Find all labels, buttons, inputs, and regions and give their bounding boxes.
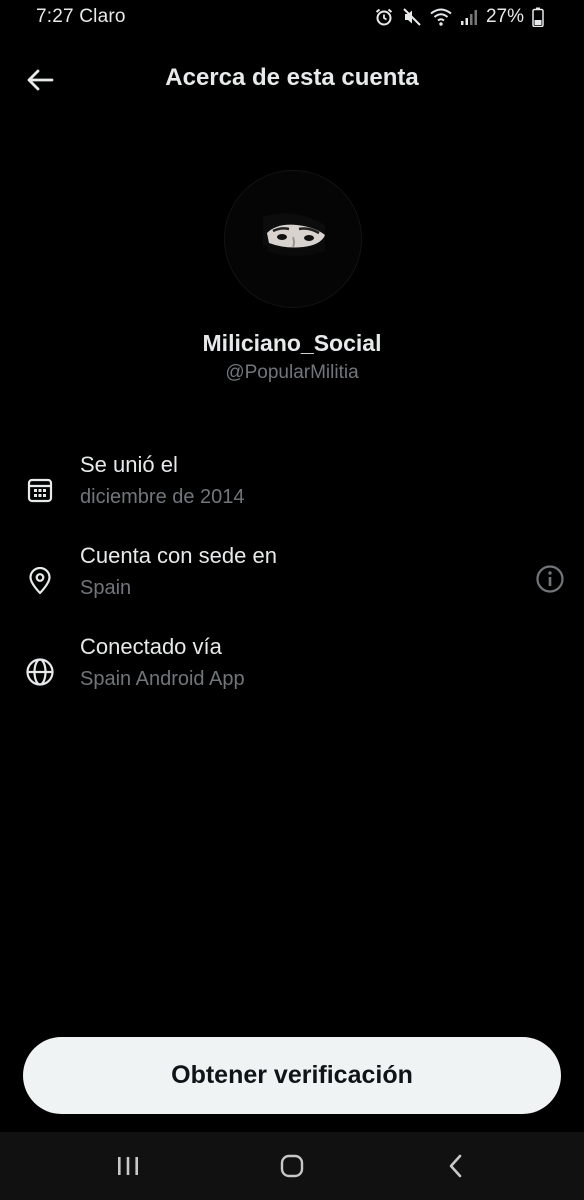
battery-icon — [532, 7, 544, 27]
alarm-icon — [374, 7, 394, 27]
signal-icon — [460, 8, 478, 26]
detail-label: Cuenta con sede en — [80, 543, 277, 568]
detail-row-connected: Conectado vía Spain Android App — [0, 632, 584, 702]
recent-apps-button[interactable] — [108, 1150, 148, 1182]
calendar-icon — [24, 474, 56, 506]
status-time-carrier: 7:27 Claro — [36, 6, 126, 27]
detail-label: Conectado vía — [80, 634, 222, 659]
system-nav-bar — [0, 1132, 584, 1200]
detail-row-location: Cuenta con sede en Spain — [0, 541, 584, 611]
info-icon — [536, 565, 564, 593]
info-button[interactable] — [534, 563, 566, 595]
recent-apps-icon — [118, 1157, 138, 1175]
detail-value: Spain Android App — [80, 668, 245, 690]
detail-value: diciembre de 2014 — [80, 486, 245, 508]
page-title: Acerca de esta cuenta — [165, 64, 419, 91]
nav-back-button[interactable] — [436, 1150, 476, 1182]
handle: @PopularMilitia — [225, 362, 359, 383]
display-name: Miliciano_Social — [202, 330, 382, 356]
detail-value: Spain — [80, 577, 132, 599]
status-icons: 27% — [374, 6, 544, 28]
location-pin-icon — [24, 565, 56, 597]
wifi-icon — [430, 7, 452, 27]
home-button[interactable] — [272, 1150, 312, 1182]
avatar[interactable] — [224, 170, 362, 308]
battery-percent: 27% — [485, 6, 524, 27]
detail-label: Se unió el — [80, 452, 178, 477]
get-verified-button[interactable]: Obtener verificación — [23, 1037, 561, 1114]
mute-icon — [402, 7, 422, 27]
globe-icon — [24, 656, 56, 688]
back-icon — [449, 1154, 462, 1178]
detail-row-joined: Se unió el diciembre de 2014 — [0, 450, 584, 520]
home-icon — [280, 1154, 304, 1178]
